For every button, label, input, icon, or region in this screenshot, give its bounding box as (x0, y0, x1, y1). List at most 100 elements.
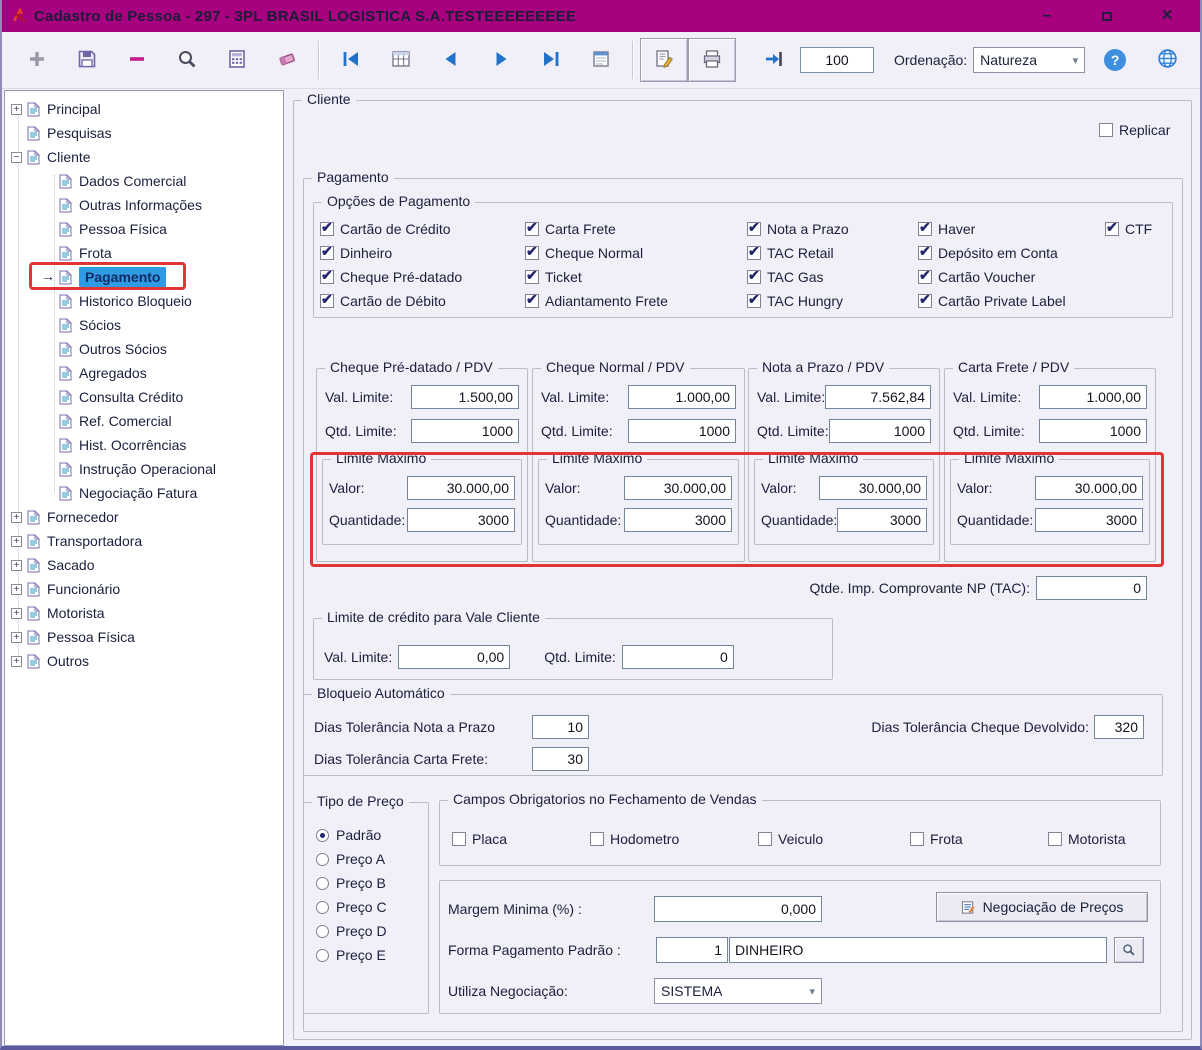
tree-item-historico-bloqueio[interactable]: Historico Bloqueio (5, 289, 283, 313)
payment-option-checkbox[interactable]: Ticket (525, 265, 668, 289)
payment-option-checkbox[interactable]: Depósito em Conta (918, 241, 1066, 265)
tree-item-consulta-credito[interactable]: Consulta Crédito (5, 385, 283, 409)
expand-icon[interactable] (11, 512, 22, 523)
tree-item-pessoa-fisica[interactable]: Pessoa Física (5, 217, 283, 241)
payment-option-checkbox[interactable]: Cartão de Crédito (320, 217, 462, 241)
max-valor-input[interactable] (624, 476, 732, 500)
max-quantidade-input[interactable] (1035, 508, 1143, 532)
payment-option-checkbox[interactable]: Adiantamento Frete (525, 289, 668, 313)
tree-item-outros[interactable]: Outros (5, 649, 283, 673)
collapse-icon[interactable] (11, 152, 22, 163)
tree-item-pesquisas[interactable]: Pesquisas (5, 121, 283, 145)
grid-view-button[interactable] (376, 39, 426, 81)
tree-item-fornecedor[interactable]: Fornecedor (5, 505, 283, 529)
val-limite-input[interactable] (411, 385, 519, 409)
forma-pagamento-search-button[interactable] (1114, 937, 1144, 963)
nav-last-button[interactable] (526, 39, 576, 81)
expand-icon[interactable] (11, 608, 22, 619)
payment-option-checkbox[interactable]: TAC Hungry (747, 289, 849, 313)
payment-option-checkbox[interactable]: TAC Retail (747, 241, 849, 265)
tree-item-funcionario[interactable]: Funcionário (5, 577, 283, 601)
payment-option-checkbox[interactable]: Dinheiro (320, 241, 462, 265)
add-button[interactable] (12, 39, 62, 81)
campo-checkbox[interactable]: Frota (910, 827, 963, 851)
payment-option-checkbox[interactable]: Cheque Pré-datado (320, 265, 462, 289)
vale-qtd-input[interactable] (622, 645, 734, 669)
max-quantidade-input[interactable] (407, 508, 515, 532)
campo-checkbox[interactable]: Placa (452, 827, 507, 851)
tolerancia-cheque-input[interactable] (1094, 715, 1144, 739)
val-limite-input[interactable] (1039, 385, 1147, 409)
tree-item-instrucao-operacional[interactable]: Instrução Operacional (5, 457, 283, 481)
payment-option-checkbox[interactable]: Cartão Private Label (918, 289, 1066, 313)
help-button[interactable] (1101, 39, 1129, 81)
expand-icon[interactable] (11, 584, 22, 595)
record-count-input[interactable] (800, 47, 874, 73)
price-type-radio[interactable]: Preço A (316, 847, 428, 871)
price-type-radio[interactable]: Preço B (316, 871, 428, 895)
campo-checkbox[interactable]: Motorista (1048, 827, 1126, 851)
qtd-limite-input[interactable] (1039, 419, 1147, 443)
tolerancia-nota-input[interactable] (532, 715, 589, 739)
print-button[interactable] (688, 38, 736, 82)
tolerancia-carta-input[interactable] (532, 747, 589, 771)
eraser-button[interactable] (262, 39, 312, 81)
tree-item-transportadora[interactable]: Transportadora (5, 529, 283, 553)
web-button[interactable] (1153, 39, 1181, 81)
price-type-radio[interactable]: Preço D (316, 919, 428, 943)
remove-button[interactable] (112, 39, 162, 81)
forma-pagamento-desc-input[interactable] (729, 937, 1107, 963)
tree-item-sacado[interactable]: Sacado (5, 553, 283, 577)
val-limite-input[interactable] (628, 385, 736, 409)
val-limite-input[interactable] (825, 385, 931, 409)
vale-val-input[interactable] (398, 645, 510, 669)
max-valor-input[interactable] (1035, 476, 1143, 500)
minimize-button[interactable] (1034, 5, 1060, 27)
forma-pagamento-code-input[interactable] (656, 937, 728, 963)
payment-option-checkbox[interactable]: Carta Frete (525, 217, 668, 241)
goto-record-button[interactable] (754, 39, 794, 81)
price-type-radio[interactable]: Padrão (316, 823, 428, 847)
max-quantidade-input[interactable] (837, 508, 927, 532)
payment-option-checkbox[interactable]: TAC Gas (747, 265, 849, 289)
tree-item-motorista[interactable]: Motorista (5, 601, 283, 625)
qtde-np-input[interactable] (1036, 576, 1147, 600)
tree-item-pagamento[interactable]: Pagamento (5, 265, 283, 289)
form-view-button[interactable] (576, 39, 626, 81)
tree-item-cliente[interactable]: Cliente (5, 145, 283, 169)
expand-icon[interactable] (11, 632, 22, 643)
tree-item-pessoa-fisica-root[interactable]: Pessoa Física (5, 625, 283, 649)
ordenacao-dropdown[interactable]: Natureza (973, 47, 1085, 73)
margem-input[interactable] (654, 896, 822, 922)
expand-icon[interactable] (11, 536, 22, 547)
negociacao-precos-button[interactable]: Negociação de Preços (936, 892, 1148, 922)
edit-document-button[interactable] (640, 38, 688, 82)
payment-option-checkbox[interactable]: Haver (918, 217, 1066, 241)
replicar-checkbox[interactable]: Replicar (1099, 118, 1170, 142)
payment-option-checkbox[interactable]: Nota a Prazo (747, 217, 849, 241)
price-type-radio[interactable]: Preço C (316, 895, 428, 919)
utiliza-negociacao-dropdown[interactable]: SISTEMA (654, 978, 822, 1004)
payment-option-checkbox[interactable]: Cheque Normal (525, 241, 668, 265)
tree-item-ref-comercial[interactable]: Ref. Comercial (5, 409, 283, 433)
search-button[interactable] (162, 39, 212, 81)
expand-icon[interactable] (11, 656, 22, 667)
qtd-limite-input[interactable] (411, 419, 519, 443)
payment-option-checkbox[interactable]: Cartão de Débito (320, 289, 462, 313)
max-valor-input[interactable] (819, 476, 927, 500)
payment-option-checkbox[interactable]: Cartão Voucher (918, 265, 1066, 289)
calculator-button[interactable] (212, 39, 262, 81)
tree-item-hist-ocorrencias[interactable]: Hist. Ocorrências (5, 433, 283, 457)
max-valor-input[interactable] (407, 476, 515, 500)
qtd-limite-input[interactable] (829, 419, 931, 443)
close-button[interactable] (1154, 5, 1180, 27)
nav-next-button[interactable] (476, 39, 526, 81)
nav-prev-button[interactable] (426, 39, 476, 81)
maximize-button[interactable] (1094, 5, 1120, 27)
qtd-limite-input[interactable] (628, 419, 736, 443)
tree-item-dados-comercial[interactable]: Dados Comercial (5, 169, 283, 193)
tree-item-principal[interactable]: Principal (5, 97, 283, 121)
tree-item-outras-informacoes[interactable]: Outras Informações (5, 193, 283, 217)
tree-item-negociacao-fatura[interactable]: Negociação Fatura (5, 481, 283, 505)
tree-item-outros-socios[interactable]: Outros Sócios (5, 337, 283, 361)
